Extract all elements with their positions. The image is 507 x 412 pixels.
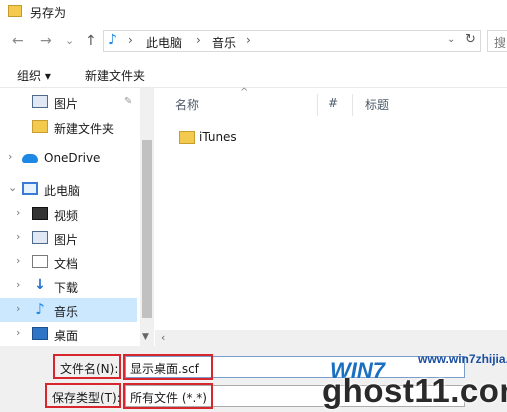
download-icon: ↓ — [34, 277, 46, 293]
sidebar-item-label: 文档 — [54, 257, 79, 271]
sidebar-item-downloads[interactable]: › ↓ 下载 — [0, 274, 137, 298]
sidebar-item-desktop[interactable]: › 桌面 — [0, 322, 137, 346]
sidebar-item-label: 音乐 — [54, 305, 79, 319]
sidebar-item-videos[interactable]: › 视频 — [0, 202, 137, 226]
chevron-right-icon[interactable]: › — [16, 254, 20, 267]
title-bar: 另存为 — [0, 0, 507, 24]
folder-icon — [32, 120, 48, 133]
music-icon: ♪ — [108, 32, 117, 48]
chevron-right-icon[interactable]: › — [16, 206, 20, 219]
recent-locations-dropdown[interactable]: ⌄ — [65, 32, 74, 50]
filetype-value-highlight — [123, 383, 213, 409]
sidebar-item-label: 新建文件夹 — [54, 122, 115, 136]
chevron-down-icon[interactable]: ⌄ — [8, 181, 17, 194]
column-divider[interactable] — [352, 94, 353, 116]
sidebar-item-label: 此电脑 — [44, 184, 81, 198]
window-title: 另存为 — [30, 6, 67, 20]
sidebar-item-label: OneDrive — [44, 151, 101, 165]
picture-icon — [32, 231, 48, 244]
file-list: ^ 名称 # 标题 iTunes — [155, 87, 507, 346]
sidebar-item-label: 桌面 — [54, 329, 79, 343]
chevron-right-icon[interactable]: › — [16, 278, 20, 291]
music-icon: ♪ — [35, 300, 45, 318]
search-placeholder: 搜 — [494, 36, 507, 50]
breadcrumb-separator-icon[interactable]: › — [128, 33, 133, 47]
cloud-icon — [22, 154, 38, 163]
sidebar-item-documents[interactable]: › 文档 — [0, 250, 137, 274]
address-bar[interactable]: ♪ › 此电脑 › 音乐 › ⌄ ↻ — [103, 30, 481, 52]
up-button[interactable]: ↑ — [85, 32, 97, 50]
refresh-icon[interactable]: ↻ — [465, 32, 476, 47]
chevron-right-icon[interactable]: › — [16, 302, 20, 315]
breadcrumb-separator-icon[interactable]: › — [196, 33, 201, 47]
sidebar-item-label: 视频 — [54, 209, 79, 223]
computer-icon — [22, 182, 38, 195]
sidebar-scrollbar[interactable]: ▼ — [140, 88, 154, 346]
picture-icon — [32, 95, 48, 108]
column-header-name[interactable]: 名称 — [175, 96, 199, 113]
sidebar-item-music[interactable]: › ♪ 音乐 — [0, 298, 137, 322]
sidebar-item-pictures[interactable]: › 图片 — [0, 226, 137, 250]
sidebar-item-pictures-quick[interactable]: 图片 ✎ — [0, 90, 137, 114]
breadcrumb-this-pc[interactable]: 此电脑 — [146, 34, 182, 51]
folder-icon — [8, 5, 22, 17]
forward-button[interactable]: → — [40, 32, 52, 50]
breadcrumb-separator-icon[interactable]: › — [246, 33, 251, 47]
sidebar-item-new-folder[interactable]: 新建文件夹 — [0, 115, 137, 139]
sidebar-item-label: 下载 — [54, 281, 79, 295]
sidebar-item-onedrive[interactable]: › OneDrive — [0, 146, 137, 170]
column-header-number[interactable]: # — [328, 96, 338, 110]
watermark-ghost11: ghost11.com — [322, 372, 507, 409]
sort-ascending-icon: ^ — [240, 87, 249, 98]
new-folder-button[interactable]: 新建文件夹 — [85, 67, 145, 84]
video-icon — [32, 207, 48, 220]
scroll-down-icon[interactable]: ▼ — [142, 332, 149, 342]
filename-value-highlight — [123, 354, 213, 380]
column-divider[interactable] — [317, 94, 318, 116]
navigation-pane: 图片 ✎ 新建文件夹 › OneDrive ⌄ 此电脑 › 视频 › 图片 › … — [0, 88, 140, 346]
chevron-right-icon[interactable]: › — [16, 230, 20, 243]
column-header-title[interactable]: 标题 — [365, 96, 389, 113]
organize-button[interactable]: 组织 ▾ — [17, 67, 51, 84]
sidebar-item-this-pc[interactable]: ⌄ 此电脑 — [0, 177, 137, 201]
chevron-right-icon[interactable]: › — [8, 150, 12, 163]
watermark-site: www.win7zhijia.cn — [418, 352, 507, 366]
file-name: iTunes — [199, 130, 237, 144]
chevron-right-icon[interactable]: › — [16, 326, 20, 339]
pin-icon[interactable]: ✎ — [124, 96, 132, 107]
scroll-left-icon[interactable]: ‹ — [161, 331, 165, 344]
filename-label: 文件名(N): — [60, 362, 119, 376]
back-button[interactable]: ← — [12, 32, 24, 50]
horizontal-scrollbar[interactable]: ‹ — [155, 330, 507, 346]
sidebar-item-label: 图片 — [54, 97, 79, 111]
breadcrumb-music[interactable]: 音乐 — [212, 34, 236, 51]
filetype-label: 保存类型(T): — [52, 391, 121, 405]
scrollbar-thumb[interactable] — [142, 140, 152, 318]
address-dropdown-icon[interactable]: ⌄ — [447, 34, 455, 45]
toolbar: 组织 ▾ 新建文件夹 — [0, 60, 507, 88]
folder-icon — [179, 131, 195, 144]
document-icon — [32, 255, 48, 268]
desktop-icon — [32, 327, 48, 340]
search-box[interactable]: 搜 — [487, 30, 507, 52]
sidebar-item-label: 图片 — [54, 233, 79, 247]
